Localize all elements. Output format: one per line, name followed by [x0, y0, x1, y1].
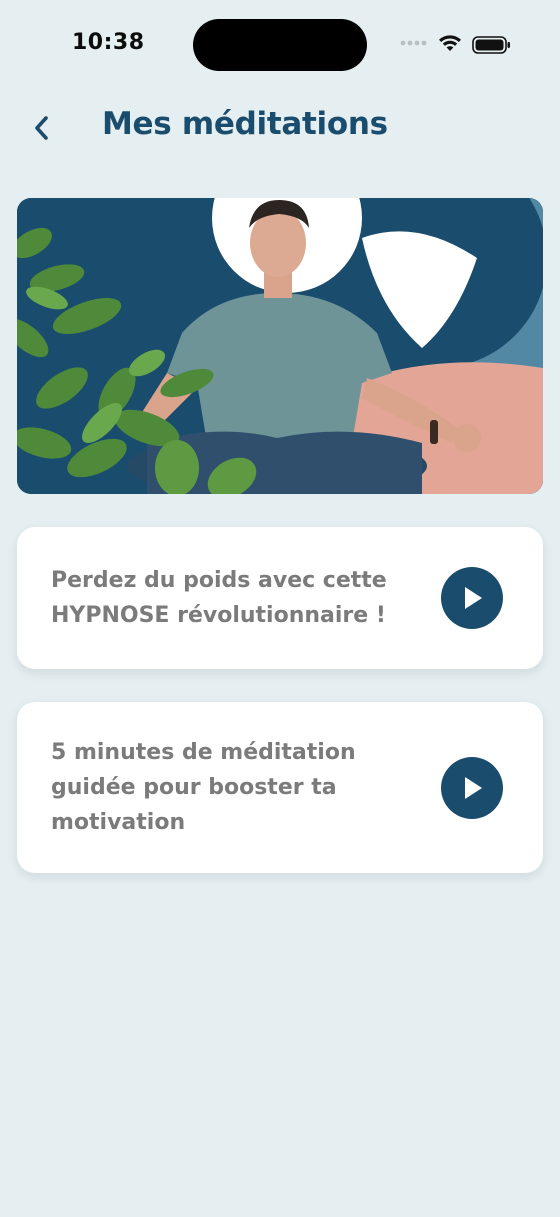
meditation-card[interactable]: Perdez du poids avec cette HYPNOSE révol…: [17, 527, 543, 669]
meditation-card[interactable]: 5 minutes de méditation guidée pour boos…: [17, 702, 543, 873]
play-icon: [465, 777, 482, 799]
wifi-icon: [439, 35, 461, 51]
dynamic-island: [193, 19, 367, 71]
chevron-left-icon: [35, 116, 48, 140]
page-title: Mes méditations: [102, 106, 388, 142]
status-time: 10:38: [72, 30, 145, 55]
play-icon: [465, 587, 482, 609]
cellular-signal-icon: [400, 40, 427, 46]
meditation-title: Perdez du poids avec cette HYPNOSE révol…: [51, 568, 387, 628]
status-bar: 10:38: [0, 0, 560, 90]
play-button[interactable]: [441, 567, 503, 629]
meditation-illustration: [17, 198, 543, 494]
header: Mes méditations: [0, 100, 560, 160]
back-button[interactable]: [22, 108, 62, 148]
meditation-title: 5 minutes de méditation guidée pour boos…: [51, 740, 356, 835]
status-icons: [400, 30, 515, 60]
battery-icon: [472, 36, 510, 54]
hero-image: [17, 198, 543, 494]
play-button[interactable]: [441, 757, 503, 819]
